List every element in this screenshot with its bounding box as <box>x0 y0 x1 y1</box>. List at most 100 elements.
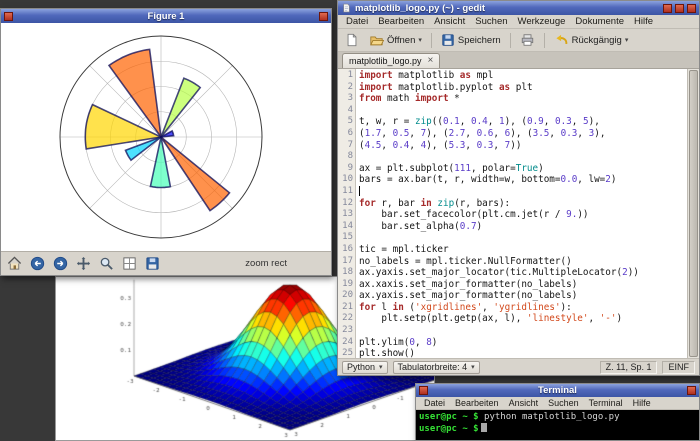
code-line[interactable]: ax.yaxis.set_major_locator(tic.MultipleL… <box>359 267 687 279</box>
home-icon[interactable] <box>5 255 23 273</box>
gedit-code[interactable]: import matplotlib as mpl import matplotli… <box>356 69 687 358</box>
code-line[interactable]: (1.7, 0.5, 7), (2.7, 0.6, 6), (3.5, 0.3,… <box>359 128 687 140</box>
undo-button[interactable]: Rückgängig ▾ <box>550 31 633 49</box>
code-line[interactable] <box>359 185 687 198</box>
polar-chart[interactable] <box>1 23 331 251</box>
gedit-menu-ansicht[interactable]: Ansicht <box>429 15 470 28</box>
minimize-button[interactable] <box>663 3 672 13</box>
line-number: 22 <box>342 313 353 324</box>
gedit-menu-dokumente[interactable]: Dokumente <box>570 15 629 28</box>
pan-icon[interactable] <box>74 255 92 273</box>
gedit-menu-datei[interactable]: Datei <box>341 15 373 28</box>
line-number: 7 <box>347 139 353 150</box>
figure-1-title: Figure 1 <box>147 10 185 22</box>
line-number: 9 <box>347 162 353 173</box>
scrollbar-thumb[interactable] <box>689 70 698 357</box>
gedit-menu-bearbeiten[interactable]: Bearbeiten <box>373 15 429 28</box>
code-line[interactable]: ax.yaxis.set_major_formatter(no_labels) <box>359 290 687 302</box>
tab-width-selector[interactable]: Tabulatorbreite: 4 ▾ <box>392 360 480 374</box>
language-label: Python <box>347 362 376 372</box>
line-number: 21 <box>342 301 353 312</box>
tab-width-label: Tabulatorbreite: 4 <box>397 362 468 372</box>
line-number: 25 <box>342 348 353 358</box>
subplots-icon[interactable] <box>120 255 138 273</box>
save-icon <box>442 34 454 46</box>
gedit-menu-hilfe[interactable]: Hilfe <box>629 15 658 28</box>
line-number: 8 <box>347 151 353 162</box>
save-button[interactable]: Speichern <box>437 31 505 49</box>
code-line[interactable]: ax = plt.subplot(111, polar=True) <box>359 163 687 175</box>
terminal-menu-bearbeiten[interactable]: Bearbeiten <box>450 397 504 409</box>
gedit-menu-suchen[interactable]: Suchen <box>470 15 512 28</box>
chevron-down-icon[interactable]: ▾ <box>418 37 422 44</box>
gedit-menu-werkzeuge[interactable]: Werkzeuge <box>513 15 571 28</box>
code-line[interactable]: (4.5, 0.4, 4), (5.3, 0.3, 7)) <box>359 140 687 152</box>
code-line[interactable] <box>359 151 687 163</box>
code-line[interactable]: plt.ylim(0, 8) <box>359 337 687 349</box>
undo-icon <box>556 34 567 45</box>
gedit-toolbar: Öffnen ▾ Speichern Rückgängig ▾ <box>338 29 699 52</box>
line-number: 12 <box>342 197 353 208</box>
code-line[interactable]: bar.set_facecolor(plt.cm.jet(r / 9.)) <box>359 209 687 221</box>
code-line[interactable]: no_labels = mpl.ticker.NullFormatter() <box>359 256 687 268</box>
code-line[interactable] <box>359 325 687 337</box>
print-icon <box>521 34 533 46</box>
figure-1-titlebar[interactable]: Figure 1 <box>1 9 331 23</box>
line-number: 17 <box>342 255 353 266</box>
terminal-menu-datei[interactable]: Datei <box>419 397 450 409</box>
code-line[interactable]: t, w, r = zip((0.1, 0.4, 1), (0.9, 0.3, … <box>359 116 687 128</box>
gedit-gutter: 1 2 3 4 5 6 7 8 9 10 11 12 13 14 15 16 17 18 19 20 21 22 23 24 2… <box>338 69 356 358</box>
code-line[interactable] <box>359 105 687 117</box>
close-button[interactable] <box>687 386 696 395</box>
open-button[interactable]: Öffnen ▾ <box>365 31 426 49</box>
code-line[interactable] <box>359 232 687 244</box>
line-number: 2 <box>347 81 353 92</box>
window-menu-button[interactable] <box>419 386 428 395</box>
language-selector[interactable]: Python ▾ <box>342 360 388 374</box>
cursor-position-label: Z. 11, Sp. 1 <box>599 360 658 374</box>
code-line[interactable]: bar.set_alpha(0.7) <box>359 221 687 233</box>
code-line[interactable]: import matplotlib.pyplot as plt <box>359 82 687 94</box>
code-line[interactable]: bars = ax.bar(t, r, width=w, bottom=0.0,… <box>359 174 687 186</box>
save-icon[interactable] <box>143 255 161 273</box>
maximize-button[interactable] <box>675 3 684 13</box>
window-menu-button[interactable] <box>4 11 13 21</box>
line-number: 15 <box>342 232 353 243</box>
code-line[interactable]: for l in ('xgridlines', 'ygridlines'): <box>359 302 687 314</box>
new-document-button[interactable] <box>341 31 363 49</box>
close-button[interactable] <box>687 3 696 13</box>
tab-close-icon[interactable]: × <box>428 56 434 66</box>
line-number: 18 <box>342 267 353 278</box>
toolbar-mode-label: zoom rect <box>245 258 287 269</box>
terminal-window: Terminal Datei Bearbeiten Ansicht Suchen Ter… <box>415 383 700 441</box>
tab-matplotlib-logo[interactable]: matplotlib_logo.py × <box>342 53 441 68</box>
chevron-down-icon[interactable]: ▾ <box>625 37 629 44</box>
code-line[interactable]: import matplotlib as mpl <box>359 70 687 82</box>
gedit-menubar: Datei Bearbeiten Ansicht Suchen Werkzeuge Dok… <box>338 15 699 29</box>
tab-label: matplotlib_logo.py <box>349 56 422 66</box>
terminal-menu-hilfe[interactable]: Hilfe <box>628 397 656 409</box>
code-line[interactable]: tic = mpl.ticker <box>359 244 687 256</box>
code-line[interactable]: ax.xaxis.set_major_formatter(no_labels) <box>359 279 687 291</box>
back-icon[interactable] <box>28 255 46 273</box>
line-number: 1 <box>347 70 353 80</box>
line-number: 23 <box>342 325 353 336</box>
code-line[interactable]: plt.setp(plt.getp(ax, l), 'linestyle', '… <box>359 313 687 325</box>
code-line[interactable]: plt.show() <box>359 348 687 358</box>
terminal-menu-suchen[interactable]: Suchen <box>543 397 584 409</box>
vertical-scrollbar[interactable] <box>687 69 699 358</box>
insert-mode-label: EINF <box>662 360 695 374</box>
terminal-menu-ansicht[interactable]: Ansicht <box>504 397 544 409</box>
close-button[interactable] <box>319 11 328 21</box>
zoom-icon[interactable] <box>97 255 115 273</box>
print-button[interactable] <box>516 31 539 49</box>
terminal-titlebar[interactable]: Terminal <box>416 384 699 397</box>
code-line[interactable]: from math import * <box>359 93 687 105</box>
polar-bar <box>160 136 231 212</box>
code-line[interactable]: for r, bar in zip(r, bars): <box>359 198 687 210</box>
gedit-titlebar[interactable]: matplotlib_logo.py (~) - gedit <box>338 1 699 15</box>
line-number: 19 <box>342 278 353 289</box>
forward-icon[interactable] <box>51 255 69 273</box>
terminal-menu-terminal[interactable]: Terminal <box>584 397 628 409</box>
terminal-screen[interactable]: user@pc ~ $ python matplotlib_logo.py use… <box>416 410 699 440</box>
